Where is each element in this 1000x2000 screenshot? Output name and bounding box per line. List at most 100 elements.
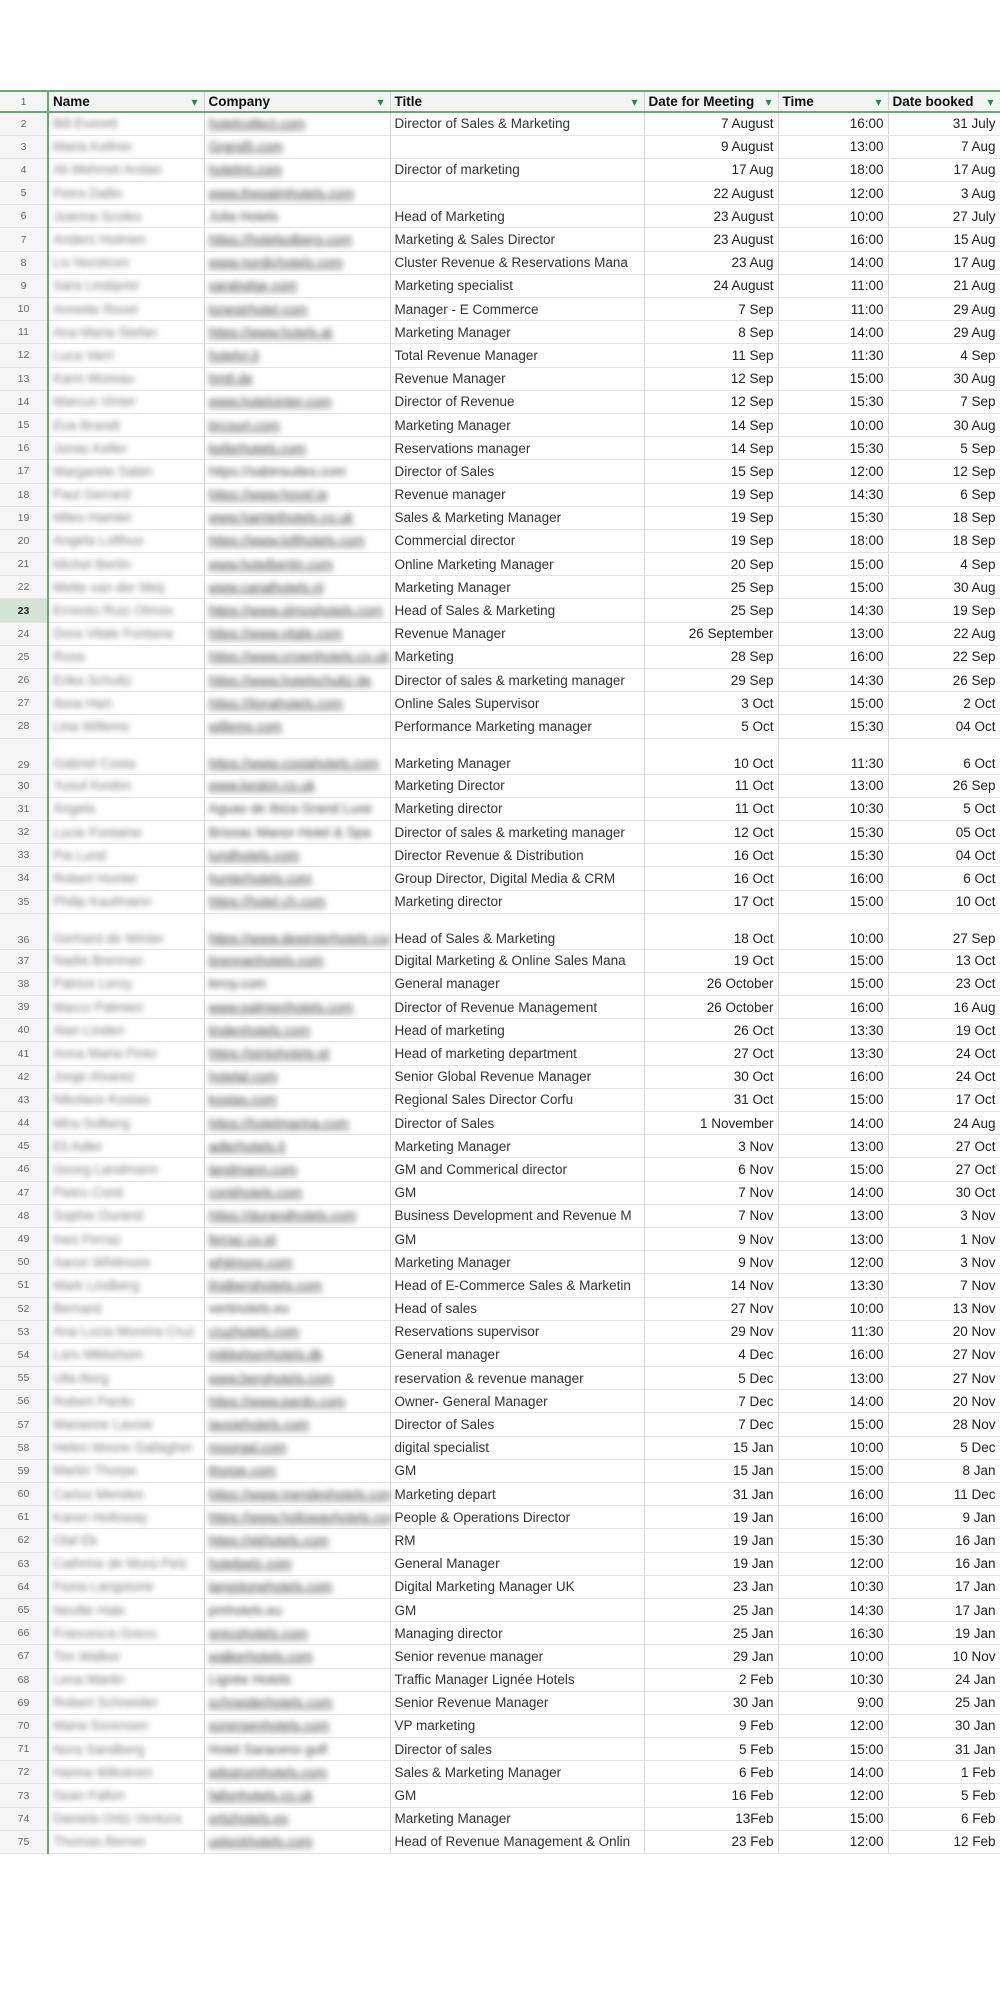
cell-title[interactable]: Director of Revenue [390,390,645,414]
row-number[interactable]: 4 [0,158,49,183]
table-row[interactable]: 57 Marianne Lavoie lavoiehotels.com Directo… [0,1412,1000,1437]
row-number[interactable]: 30 [0,774,49,798]
cell-company[interactable]: hotelmt.com [204,158,391,183]
cell-time[interactable]: 15:00 [778,949,889,973]
cell-date-booked[interactable]: 17 Oct [888,1088,1000,1113]
cell-company[interactable]: https://hotelsolberg.com [204,227,391,252]
cell-company[interactable]: https://www.olmoshotels.com [204,598,391,623]
cell-title[interactable]: Marketing depart [390,1482,645,1507]
table-row[interactable]: 60 Carlos Mendes https://www.mendeshotels.… [0,1482,1000,1507]
cell-name[interactable]: Eli Adler [48,1134,205,1159]
cell-date-booked[interactable]: 20 Nov [888,1320,1000,1344]
cell-name[interactable]: Patrice Leroy [48,972,205,997]
cell-date-booked[interactable]: 3 Nov [888,1250,1000,1275]
table-row[interactable]: 4 Ali Mehmet Arslan hotelmt.com Director of… [0,158,1000,183]
row-number[interactable]: 44 [0,1111,49,1136]
cell-date-booked[interactable]: 10 Nov [888,1644,1000,1669]
cell-title[interactable]: Director of marketing [390,158,645,183]
cell-time[interactable]: 10:00 [778,1436,889,1460]
row-number[interactable]: 15 [0,413,49,438]
cell-time[interactable]: 14:30 [778,598,889,623]
cell-date-booked[interactable]: 5 Feb [888,1783,1000,1808]
cell-name[interactable]: Fiona Langstone [48,1575,205,1599]
cell-name[interactable]: Joanna Scoles [48,204,205,229]
table-row[interactable]: 22 Mette van der Meij www.canalhotels.nl Ma… [0,575,1000,600]
cell-company[interactable]: schneiderhotels.com [204,1691,391,1715]
cell-company[interactable]: www.keskin.co.uk [204,774,391,798]
cell-company[interactable]: whitmore.com [204,1250,391,1275]
filter-icon[interactable]: ▾ [987,95,993,109]
table-row[interactable]: 53 Ana Lucia Moreira Cruz cruzhotels.com Re… [0,1320,1000,1344]
cell-company[interactable]: https://pintohotels.pt [204,1041,391,1066]
cell-date-booked[interactable]: 04 Oct [888,714,1000,739]
filter-icon[interactable]: ▾ [875,95,881,109]
row-number[interactable]: 67 [0,1644,49,1669]
row-number[interactable]: 47 [0,1181,49,1205]
cell-time[interactable]: 13:00 [778,1366,889,1391]
table-row[interactable]: 69 Robert Schneider schneiderhotels.com Sen… [0,1691,1000,1715]
cell-name[interactable]: Angela Lofthus [48,529,205,554]
table-row[interactable]: 54 Lars Mikkelsen mikkelsenhotels.dk Genera… [0,1343,1000,1368]
cell-title[interactable]: Marketing Manager [390,1250,645,1275]
cell-company[interactable]: https://www.hotels.at [204,320,391,345]
cell-title[interactable]: Director of Sales & Marketing [390,112,645,136]
cell-date-booked[interactable]: 31 July [888,112,1000,136]
cell-date-booked[interactable]: 17 Aug [888,251,1000,275]
cell-name[interactable]: Erika Schultz [48,668,205,693]
cell-date-for-meeting[interactable]: 3 Nov [644,1134,779,1159]
cell-date-for-meeting[interactable]: 11 Oct [644,797,779,821]
cell-company[interactable]: https://www.hollowayhotels.com [204,1505,391,1530]
cell-title[interactable]: Marketing Manager [390,575,645,600]
cell-time[interactable]: 16:00 [778,1343,889,1368]
row-number[interactable]: 2 [0,112,49,136]
cell-time[interactable]: 16:00 [778,1505,889,1530]
table-row[interactable]: 28 Lina Willems willems.com Performance Mar… [0,714,1000,739]
cell-title[interactable]: Marketing Manager [390,413,645,438]
cell-date-booked[interactable]: 20 Nov [888,1389,1000,1414]
cell-date-booked[interactable]: 26 Sep [888,774,1000,798]
cell-time[interactable]: 14:30 [778,668,889,693]
column-header-date-booked[interactable]: Date booked ▾ [888,92,1000,113]
cell-date-for-meeting[interactable]: 7 Dec [644,1389,779,1414]
cell-date-for-meeting[interactable]: 6 Nov [644,1157,779,1182]
cell-name[interactable]: Nikolaos Kostas [48,1088,205,1113]
table-row[interactable]: 5 Petra Dallin www.thepalmhotels.com 22 Aug… [0,181,1000,206]
cell-date-booked[interactable]: 15 Aug [888,227,1000,252]
cell-name[interactable]: Aaron Whitmore [48,1250,205,1275]
cell-time[interactable]: 13:30 [778,1041,889,1066]
cell-name[interactable]: Lars Mikkelsen [48,1343,205,1368]
cell-time[interactable]: 12:00 [778,459,889,484]
row-number[interactable]: 59 [0,1459,49,1484]
cell-date-booked[interactable]: 7 Sep [888,390,1000,414]
cell-date-for-meeting[interactable]: 8 Sep [644,320,779,345]
table-row[interactable]: 37 Nadia Brennan brennanhotels.com Digital … [0,949,1000,973]
cell-date-booked[interactable]: 04 Oct [888,843,1000,868]
row-number[interactable]: 50 [0,1250,49,1275]
cell-company[interactable]: kellerhotels.com [204,436,391,461]
row-number[interactable]: 52 [0,1297,49,1321]
cell-date-for-meeting[interactable]: 23 Feb [644,1830,779,1855]
table-row[interactable]: 65 Neville Hale pmhotels.eu GM 25 Jan 14:30 17… [0,1598,1000,1623]
cell-date-for-meeting[interactable]: 23 August [644,227,779,252]
cell-name[interactable]: Robert Schneider [48,1691,205,1715]
cell-date-booked[interactable]: 19 Sep [888,598,1000,623]
cell-time[interactable]: 14:00 [778,1389,889,1414]
row-number[interactable]: 6 [0,204,49,229]
cell-name[interactable]: Cathrine de Mora Pelz [48,1552,205,1576]
table-row[interactable]: 73 Sean Fallon fallonhotels.co.uk GM 16 Feb 1… [0,1783,1000,1808]
table-row[interactable]: 17 Margarete Sabin https://sabinsuites.com… [0,459,1000,484]
cell-title[interactable]: Head of Marketing [390,204,645,229]
cell-name[interactable]: Philip Kaufmann [48,890,205,914]
cell-name[interactable]: Lucie Fontaine [48,820,205,845]
cell-name[interactable]: Mira Solberg [48,1111,205,1136]
cell-name[interactable]: Maria Kellner [48,135,205,159]
column-header-name[interactable]: Name ▾ [48,92,205,113]
cell-company[interactable]: www.berghotels.com [204,1366,391,1391]
cell-name[interactable]: Rosa [48,645,205,670]
cell-title[interactable]: Head of sales [390,1297,645,1321]
spreadsheet-grid[interactable]: 1 Name ▾ Company ▾ Title ▾ Date for Meeting… [0,90,1000,1904]
cell-title[interactable] [390,181,645,206]
cell-name[interactable]: Martin Thorpe [48,1459,205,1484]
cell-time[interactable]: 13:30 [778,1018,889,1043]
cell-time[interactable]: 15:30 [778,506,889,530]
